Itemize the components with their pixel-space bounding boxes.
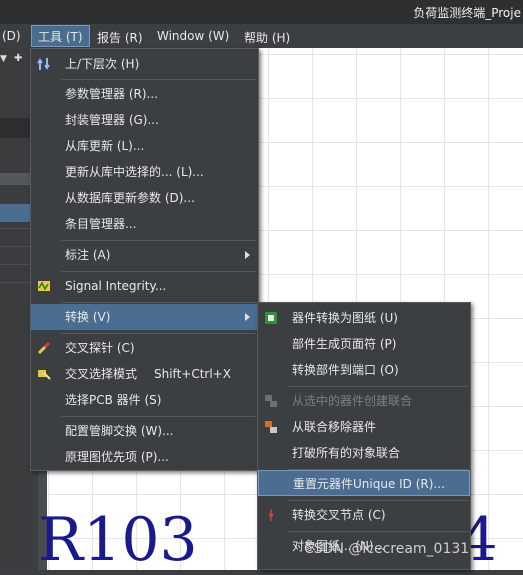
submenu-item-component-to-sheet[interactable]: 器件转换为图纸 (U) (258, 305, 470, 331)
menu-item-item-manager[interactable]: 条目管理器... (31, 211, 258, 237)
menu-separator (61, 271, 256, 272)
menu-item-label: 转换 (V) (65, 310, 111, 324)
submenu-item-remove-from-union[interactable]: 从联合移除器件 (258, 414, 470, 440)
menu-item-label: 从数据库更新参数 (D)... (65, 191, 195, 205)
menu-tools[interactable]: 工具 (T) (31, 25, 90, 47)
menu-reports[interactable]: 报告 (R) (97, 29, 143, 46)
menu-item-label: 器件转换为图纸 (U) (292, 311, 398, 325)
panel-divider (0, 282, 30, 283)
menu-item-label: 参数管理器 (R)... (65, 87, 158, 101)
menu-item-pin-swap-config[interactable]: 配置管脚交换 (W)... (31, 418, 258, 444)
menu-item-label: 从选中的器件创建联合 (292, 394, 413, 408)
menu-item-schematic-preferences[interactable]: 原理图优先项 (P)... (31, 444, 258, 470)
panel-divider (0, 264, 30, 265)
menu-item-label: 上/下层次 (H) (65, 57, 140, 71)
menu-item-label: 封装管理器 (G)... (65, 113, 159, 127)
menu-item-label: 交叉选择模式 (65, 367, 138, 381)
component-to-sheet-icon (265, 312, 277, 324)
menu-item-label: 部件生成页面符 (P) (292, 337, 397, 351)
title-bar: 负荷监测终端_Proje (0, 0, 523, 24)
menu-window[interactable]: Window (W) (157, 29, 229, 43)
submenu-arrow-icon (245, 251, 250, 259)
menu-design[interactable]: (D) (2, 29, 21, 43)
submenu-item-reset-unique-id[interactable]: 重置元器件Unique ID (R)... (258, 470, 470, 496)
menu-separator (288, 500, 468, 501)
menu-separator (61, 302, 256, 303)
menu-item-label: 更新从库中选择的... (L)... (65, 165, 204, 179)
left-panel: ▼ ✚ (0, 48, 30, 570)
menu-item-label: 从联合移除器件 (292, 420, 377, 434)
submenu-item-part-to-sheet-symbol[interactable]: 部件生成页面符 (P) (258, 331, 470, 357)
menu-item-select-pcb-components[interactable]: 选择PCB 器件 (S) (31, 387, 258, 413)
menu-separator (61, 79, 256, 80)
menu-item-label: 原理图优先项 (P)... (65, 450, 169, 464)
cross-select-icon (38, 370, 51, 380)
menu-item-cross-probe[interactable]: 交叉探针 (C) (31, 335, 258, 361)
menu-item-parameter-manager[interactable]: 参数管理器 (R)... (31, 81, 258, 107)
menu-item-label: 交叉探针 (C) (65, 341, 135, 355)
panel-divider (0, 228, 30, 229)
menu-separator (288, 531, 468, 532)
panel-selected-row[interactable] (0, 204, 30, 222)
submenu-item-create-union: 从选中的器件创建联合 (258, 388, 470, 414)
dropdown-arrow-icon[interactable]: ▼ (0, 54, 7, 64)
menu-item-label: Signal Integrity... (65, 279, 167, 293)
menu-separator (61, 240, 256, 241)
menu-item-label: 条目管理器... (65, 217, 137, 231)
menu-item-label: 配置管脚交换 (W)... (65, 424, 174, 438)
menu-item-update-selected-from-library[interactable]: 更新从库中选择的... (L)... (31, 159, 258, 185)
designator-r103[interactable]: R103 (38, 510, 198, 570)
menu-help[interactable]: 帮助 (H) (244, 29, 290, 46)
menu-separator (288, 386, 468, 387)
pin-icon[interactable]: ✚ (14, 53, 22, 64)
menu-item-convert[interactable]: 转换 (V) (31, 304, 258, 330)
submenu-item-part-to-port[interactable]: 转换部件到端口 (O) (258, 357, 470, 383)
menu-separator (61, 333, 256, 334)
menu-item-annotation[interactable]: 标注 (A) (31, 242, 258, 268)
menu-item-update-params-from-db[interactable]: 从数据库更新参数 (D)... (31, 185, 258, 211)
submenu-arrow-icon (245, 313, 250, 321)
create-union-icon (265, 395, 277, 407)
submenu-item-convert-junction[interactable]: 转换交叉节点 (C) (258, 502, 470, 528)
cross-probe-icon (37, 341, 51, 355)
tools-menu: 上/下层次 (H) 参数管理器 (R)... 封装管理器 (G)... 从库更新… (30, 48, 259, 471)
menu-item-label: 打破所有的对象联合 (292, 446, 401, 460)
junction-icon (269, 509, 273, 521)
menu-item-update-from-library[interactable]: 从库更新 (L)... (31, 133, 258, 159)
menu-item-label: 转换交叉节点 (C) (292, 508, 386, 522)
panel-divider (0, 246, 30, 247)
menu-item-signal-integrity[interactable]: Signal Integrity... (31, 273, 258, 299)
submenu-item-break-all-unions[interactable]: 打破所有的对象联合 (258, 440, 470, 466)
menu-item-label: 选择PCB 器件 (S) (65, 393, 162, 407)
panel-toolbar: ▼ ✚ (0, 53, 30, 68)
menu-item-label: 标注 (A) (65, 248, 111, 262)
window-title: 负荷监测终端_Proje (413, 6, 521, 20)
hierarchy-arrows-icon (37, 58, 50, 70)
menu-item-cross-select-mode[interactable]: 交叉选择模式 Shift+Ctrl+X (31, 361, 258, 387)
panel-header (0, 173, 30, 185)
menu-separator (61, 416, 256, 417)
menu-item-label: 转换部件到端口 (O) (292, 363, 399, 377)
watermark-text: CSDN @icecream_0131 (304, 541, 470, 557)
remove-union-icon (265, 421, 277, 433)
menu-bar: (D) 工具 (T) 报告 (R) Window (W) 帮助 (H) (0, 24, 523, 49)
signal-integrity-icon (38, 281, 50, 291)
menu-item-shortcut: Shift+Ctrl+X (154, 367, 231, 381)
menu-item-hierarchy[interactable]: 上/下层次 (H) (31, 51, 258, 77)
menu-item-footprint-manager[interactable]: 封装管理器 (G)... (31, 107, 258, 133)
panel-search-field[interactable] (0, 118, 30, 138)
menu-item-label: 从库更新 (L)... (65, 139, 145, 153)
menu-item-label: 重置元器件Unique ID (R)... (293, 477, 445, 491)
convert-submenu: 器件转换为图纸 (U) 部件生成页面符 (P) 转换部件到端口 (O) 从选中的… (257, 302, 471, 570)
